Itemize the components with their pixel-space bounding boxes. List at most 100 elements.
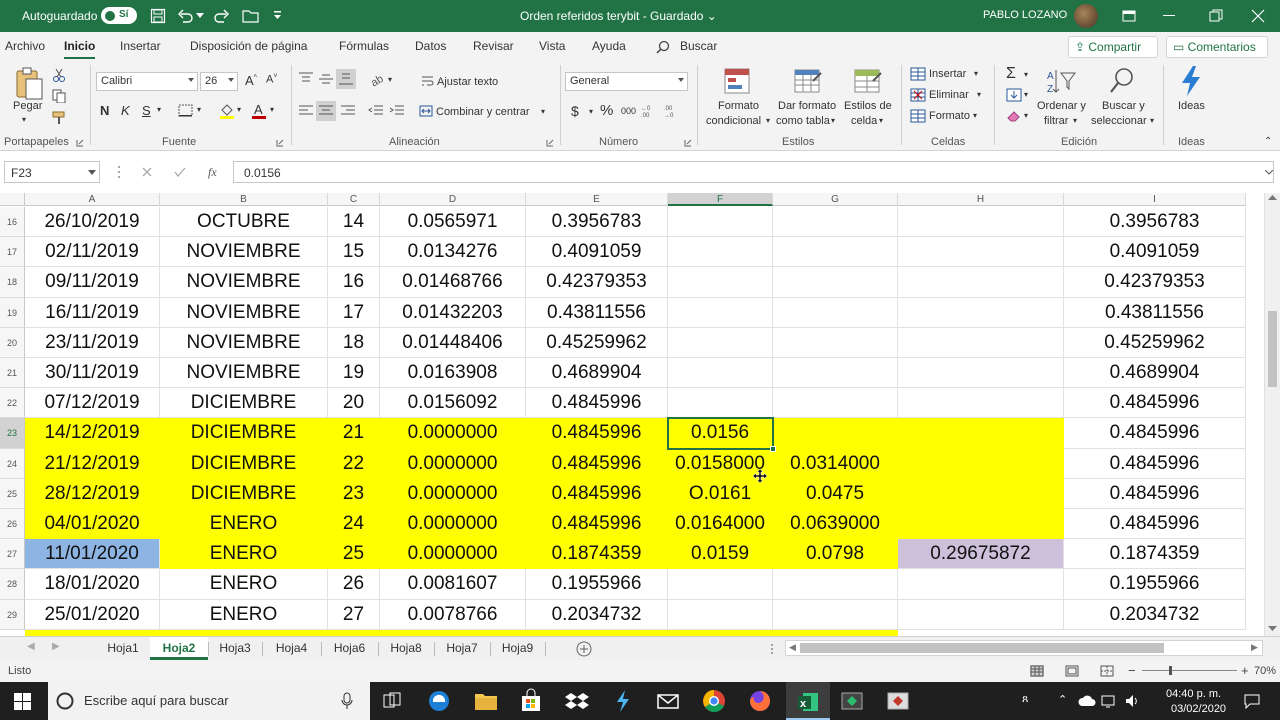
row-header-22[interactable]: 22 xyxy=(0,388,25,419)
autosum-icon[interactable]: Σ xyxy=(1006,65,1016,83)
paste-dropdown-icon[interactable]: ▾ xyxy=(22,115,26,124)
cell-e26[interactable]: 0.4845996 xyxy=(526,509,668,540)
cell-a19[interactable]: 16/11/2019 xyxy=(25,297,160,328)
cell-g17[interactable] xyxy=(773,237,898,268)
font-launcher-icon[interactable] xyxy=(276,139,284,147)
cell-f25[interactable]: O.0161 xyxy=(668,478,773,509)
cell-g23[interactable] xyxy=(773,418,898,449)
merge-dropdown-icon[interactable]: ▾ xyxy=(541,107,545,116)
merge-center-label[interactable]: Combinar y centrar xyxy=(436,106,530,118)
tab-archivo[interactable]: Archivo xyxy=(5,39,45,53)
cell-e20[interactable]: 0.45259962 xyxy=(526,327,668,358)
sort-filter-label-1[interactable]: Ordenar y xyxy=(1037,100,1086,112)
cell-b21[interactable]: NOVIEMBRE xyxy=(160,358,328,389)
row-header-19[interactable]: 19 xyxy=(0,297,25,328)
column-header-f[interactable]: F xyxy=(668,193,773,206)
cell-e28[interactable]: 0.1955966 xyxy=(526,569,668,600)
row-header-24[interactable]: 24 xyxy=(0,448,25,479)
format-cells-dropdown-icon[interactable]: ▾ xyxy=(973,111,977,120)
spreadsheet-grid[interactable]: A B C D E F G H I 16 26/10/2019 OCTUBRE 14 0.0565971 0… xyxy=(0,193,1264,636)
wrap-text-icon[interactable] xyxy=(421,75,435,87)
row-header-17[interactable]: 17 xyxy=(0,237,25,268)
number-launcher-icon[interactable] xyxy=(684,139,692,147)
scroll-up-icon[interactable] xyxy=(1268,195,1277,201)
windows-start-icon[interactable] xyxy=(14,693,31,710)
cell-c16[interactable]: 14 xyxy=(328,207,380,238)
zoom-out-button[interactable]: − xyxy=(1128,663,1136,678)
normal-view-icon[interactable] xyxy=(1030,665,1044,677)
orientation-dropdown-icon[interactable]: ▾ xyxy=(388,75,392,84)
volume-icon[interactable] xyxy=(1125,694,1141,708)
delete-cells-dropdown-icon[interactable]: ▾ xyxy=(977,90,981,99)
column-header-e[interactable]: E xyxy=(526,193,668,206)
merge-center-icon[interactable] xyxy=(419,105,433,117)
chrome-icon[interactable] xyxy=(700,687,728,715)
sort-filter-label-2[interactable]: filtrar xyxy=(1044,115,1068,127)
cell-h29[interactable] xyxy=(898,599,1064,630)
cell-a25[interactable]: 28/12/2019 xyxy=(25,478,160,509)
column-header-d[interactable]: D xyxy=(380,193,526,206)
column-header-g[interactable]: G xyxy=(773,193,898,206)
insert-cells-icon[interactable] xyxy=(910,67,926,81)
cell-d22[interactable]: 0.0156092 xyxy=(380,388,526,419)
comments-button[interactable]: ▭ Comentarios xyxy=(1166,36,1268,58)
align-top-icon[interactable] xyxy=(298,72,314,86)
fill-dropdown-icon[interactable]: ▾ xyxy=(1024,90,1028,99)
row-header-20[interactable]: 20 xyxy=(0,327,25,358)
firefox-icon[interactable] xyxy=(746,687,774,715)
row-header-27[interactable]: 27 xyxy=(0,539,25,570)
cell-i28[interactable]: 0.1955966 xyxy=(1064,569,1246,600)
cell-h23[interactable] xyxy=(898,418,1064,449)
clock-time[interactable]: 04:40 p. m. xyxy=(1166,688,1221,700)
cell-d27[interactable]: 0.0000000 xyxy=(380,539,526,570)
sheet-tab-hoja3[interactable]: Hoja3 xyxy=(208,637,262,660)
cell-f28[interactable] xyxy=(668,569,773,600)
number-format-select[interactable]: General xyxy=(565,72,688,91)
sort-filter-dropdown-icon[interactable]: ▾ xyxy=(1073,116,1077,125)
find-select-label-2[interactable]: seleccionar xyxy=(1091,115,1147,127)
format-painter-icon[interactable] xyxy=(52,111,66,125)
cell-c20[interactable]: 18 xyxy=(328,327,380,358)
cell-i17[interactable]: 0.4091059 xyxy=(1064,237,1246,268)
document-title[interactable]: Orden referidos terybit - Guardado ⌄ xyxy=(520,9,760,23)
copy-icon[interactable] xyxy=(52,89,66,103)
cell-i20[interactable]: 0.45259962 xyxy=(1064,327,1246,358)
cell-b20[interactable]: NOVIEMBRE xyxy=(160,327,328,358)
cell-e24[interactable]: 0.4845996 xyxy=(526,448,668,479)
cell-g19[interactable] xyxy=(773,297,898,328)
cell-a26[interactable]: 04/01/2020 xyxy=(25,509,160,540)
microphone-icon[interactable] xyxy=(341,692,353,710)
font-color-dropdown-icon[interactable]: ▾ xyxy=(270,105,274,114)
cell-c22[interactable]: 20 xyxy=(328,388,380,419)
fill-color-icon[interactable] xyxy=(219,102,235,120)
notifications-icon[interactable] xyxy=(1244,693,1260,709)
find-select-icon[interactable] xyxy=(1108,66,1136,96)
cell-c21[interactable]: 19 xyxy=(328,358,380,389)
edge-browser-icon[interactable] xyxy=(425,687,453,715)
cell-g22[interactable] xyxy=(773,388,898,419)
taskbar-search-input[interactable]: Escribe aquí para buscar xyxy=(48,682,370,720)
cell-styles-label-1[interactable]: Estilos de xyxy=(844,100,892,112)
font-size-select[interactable]: 26 xyxy=(200,72,238,91)
cell-d17[interactable]: 0.0134276 xyxy=(380,237,526,268)
cancel-entry-icon[interactable] xyxy=(142,167,152,177)
currency-dropdown-icon[interactable]: ▾ xyxy=(589,107,593,116)
name-box[interactable]: F23 xyxy=(4,161,100,183)
onedrive-icon[interactable] xyxy=(1078,695,1096,707)
cell-e27[interactable]: 0.1874359 xyxy=(526,539,668,570)
borders-dropdown-icon[interactable]: ▾ xyxy=(197,105,201,114)
cell-c26[interactable]: 24 xyxy=(328,509,380,540)
cell-styles-label-2[interactable]: celda xyxy=(851,115,877,127)
horizontal-scrollbar[interactable]: ◀ ▶ xyxy=(785,640,1263,656)
formula-input[interactable]: 0.0156 xyxy=(233,161,1274,183)
conditional-label-2[interactable]: condicional xyxy=(706,115,761,127)
people-icon[interactable]: ጸ xyxy=(1022,693,1028,706)
row-header-29[interactable]: 29 xyxy=(0,599,25,630)
fill-handle[interactable] xyxy=(770,445,776,452)
cell-e29[interactable]: 0.2034732 xyxy=(526,599,668,630)
tab-datos[interactable]: Datos xyxy=(415,39,446,53)
cell-g28[interactable] xyxy=(773,569,898,600)
cell-f20[interactable] xyxy=(668,327,773,358)
sheet-tab-hoja7[interactable]: Hoja7 xyxy=(434,637,490,660)
ideas-label[interactable]: Ideas xyxy=(1178,100,1205,112)
